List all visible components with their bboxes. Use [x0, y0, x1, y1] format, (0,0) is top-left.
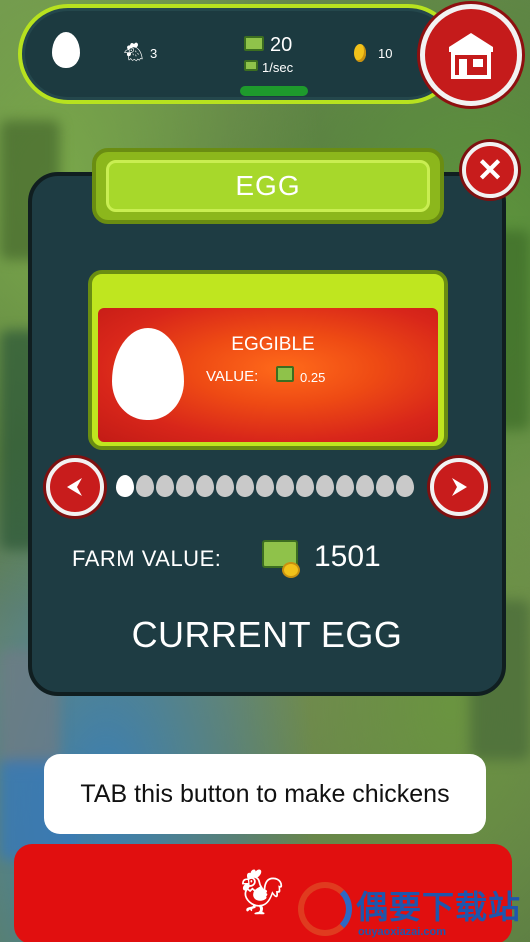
egg-name: EGGIBLE [231, 334, 315, 355]
gold-count: 10 [378, 46, 393, 61]
gold-egg-icon [354, 44, 366, 62]
pagination-dot [116, 475, 134, 497]
pagination-dot [176, 475, 194, 497]
watermark: 偶要下载站 ouyaoxiazai.com [298, 880, 530, 942]
cash-icon [244, 36, 264, 51]
watermark-logo [298, 882, 352, 936]
close-icon: ✕ [476, 152, 504, 188]
pagination-dot [336, 475, 354, 497]
pagination-dot [156, 475, 174, 497]
previous-egg-button[interactable] [46, 458, 104, 516]
pagination-dot [396, 475, 414, 497]
egg-icon [52, 32, 80, 68]
cash-icon [276, 366, 294, 382]
shop-icon [449, 33, 493, 79]
next-egg-button[interactable] [430, 458, 488, 516]
pagination-dot [316, 475, 334, 497]
pagination-dot [376, 475, 394, 497]
egg-value: 0.25 [300, 370, 326, 385]
pagination-dot [276, 475, 294, 497]
egg-value-label: VALUE: [206, 368, 259, 385]
chicken-icon: 🐔︎ [122, 42, 145, 62]
resource-hud: 🐔︎ 3 20 1/sec 10 [18, 4, 458, 104]
farm-value: 1501 [314, 540, 381, 573]
farm-value-label: FARM VALUE: [72, 546, 222, 571]
close-button[interactable]: ✕ [462, 142, 518, 198]
chicken-icon: 🐓︎ [234, 868, 290, 917]
panel-title-banner: EGG [92, 148, 444, 224]
watermark-text: 偶要下载站 [356, 889, 522, 925]
shop-button[interactable] [420, 4, 522, 106]
cash-rate-icon [244, 60, 258, 71]
pagination-dot [216, 475, 234, 497]
pagination-dot [136, 475, 154, 497]
egg-pagination [116, 475, 414, 497]
current-egg-status: CURRENT EGG [131, 614, 403, 655]
tip-bubble: TAB this button to make chickens [44, 754, 486, 834]
coins-icon [282, 562, 300, 578]
pagination-dot [196, 475, 214, 497]
pagination-dot [296, 475, 314, 497]
income-progress-bar [240, 86, 308, 96]
cash-rate: 1/sec [262, 60, 294, 75]
arrow-left-icon [67, 478, 82, 496]
panel-title: EGG [106, 160, 430, 212]
chicken-count: 3 [150, 46, 158, 61]
egg-card: EGGIBLE VALUE: 0.25 [88, 270, 448, 450]
pagination-dot [256, 475, 274, 497]
pagination-dot [236, 475, 254, 497]
watermark-url: ouyaoxiazai.com [358, 926, 447, 938]
egg-card-display: EGGIBLE VALUE: 0.25 [98, 308, 438, 442]
arrow-right-icon [452, 478, 467, 496]
cash-amount: 20 [270, 34, 293, 56]
pagination-dot [356, 475, 374, 497]
